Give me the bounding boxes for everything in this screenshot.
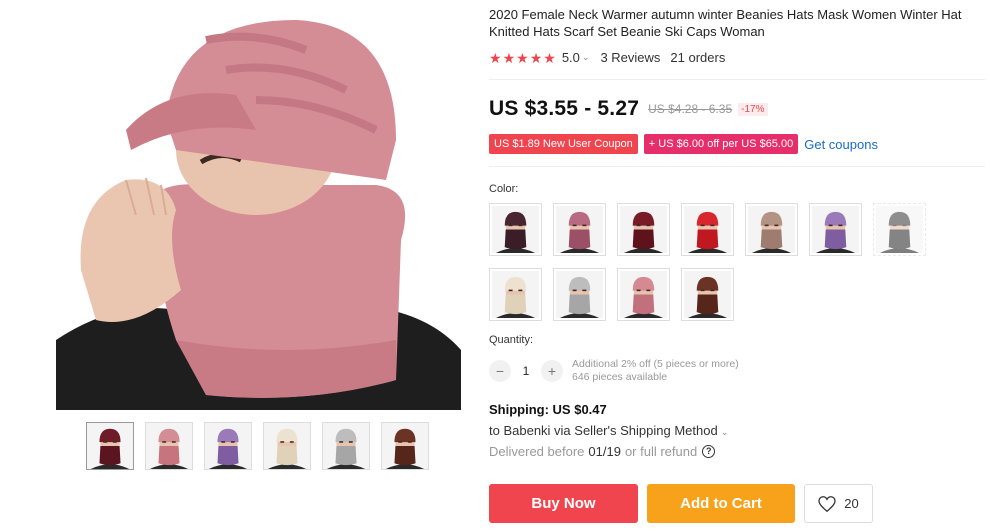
color-label: Color: — [489, 183, 519, 195]
color-swatch-unavailable[interactable] — [873, 203, 926, 256]
help-icon[interactable]: ? — [702, 445, 716, 458]
quantity-label: Quantity: — [489, 334, 534, 346]
delivery-date: 01/19 — [588, 444, 621, 459]
star-icon: ★ — [543, 49, 556, 66]
delivery-estimate: Delivered before 01/19 or full refund ? — [489, 444, 716, 459]
rating-row: ★ ★ ★ ★ ★ 5.0 ⌄ 3 Reviews 21 orders — [489, 50, 725, 65]
increase-button[interactable]: + — [541, 360, 563, 382]
quantity-note: Additional 2% off (5 pieces or more) 646… — [572, 358, 739, 384]
bulk-discount-note: Additional 2% off (5 pieces or more) — [572, 358, 739, 370]
color-swatch[interactable] — [681, 268, 734, 321]
decrease-button[interactable]: − — [489, 360, 511, 382]
reviews-link[interactable]: 3 Reviews — [600, 50, 660, 65]
color-swatch[interactable] — [617, 203, 670, 256]
thumbnail[interactable] — [204, 422, 252, 470]
star-icon: ★ — [502, 49, 516, 66]
divider — [489, 79, 985, 80]
discount-badge: -17% — [738, 102, 768, 116]
orders-count: 21 orders — [670, 50, 726, 65]
wishlist-button[interactable]: 20 — [804, 484, 873, 523]
heart-icon — [818, 495, 836, 512]
color-swatch[interactable] — [681, 203, 734, 256]
color-swatch[interactable] — [553, 203, 606, 256]
coupon-row: US $1.89 New User Coupon + US $6.00 off … — [489, 134, 878, 154]
thumbnail[interactable] — [263, 422, 311, 470]
thumbnail[interactable] — [381, 422, 429, 470]
wishlist-count: 20 — [844, 496, 859, 511]
color-swatch[interactable] — [489, 203, 542, 256]
rating-value[interactable]: 5.0 — [562, 50, 580, 65]
shipping-method-label: to Babenki via Seller's Shipping Method — [489, 423, 718, 438]
current-price: US $3.55 - 5.27 — [489, 97, 640, 120]
stock-available: 646 pieces available — [572, 371, 668, 383]
star-icon: ★ — [489, 49, 502, 66]
divider — [489, 166, 985, 167]
delivered-suffix: or full refund — [624, 444, 698, 459]
new-user-coupon[interactable]: US $1.89 New User Coupon — [489, 134, 638, 154]
shipping-price: Shipping: US $0.47 — [489, 402, 607, 417]
thumbnail-strip — [86, 422, 429, 470]
shipping-method[interactable]: to Babenki via Seller's Shipping Method ⌄ — [489, 423, 739, 438]
thumbnail[interactable] — [322, 422, 370, 470]
price-row: US $3.55 - 5.27 US $4.28 - 6.35 -17% — [489, 97, 768, 121]
chevron-down-icon[interactable]: ⌄ — [582, 52, 590, 63]
color-swatches — [489, 203, 929, 321]
buy-now-button[interactable]: Buy Now — [489, 484, 638, 523]
color-swatch[interactable] — [617, 268, 670, 321]
get-coupons-link[interactable]: Get coupons — [804, 137, 878, 152]
thumbnail[interactable] — [145, 422, 193, 470]
color-swatch[interactable] — [745, 203, 798, 256]
product-title: 2020 Female Neck Warmer autumn winter Be… — [489, 7, 962, 39]
color-swatch[interactable] — [489, 268, 542, 321]
add-to-cart-button[interactable]: Add to Cart — [647, 484, 795, 523]
color-swatch[interactable] — [809, 203, 862, 256]
chevron-down-icon: ⌄ — [720, 427, 729, 437]
main-product-image[interactable] — [56, 0, 461, 410]
original-price: US $4.28 - 6.35 — [648, 102, 733, 116]
color-swatch[interactable] — [553, 268, 606, 321]
quantity-stepper: − 1 + Additional 2% off (5 pieces or mor… — [489, 358, 739, 384]
quantity-input[interactable]: 1 — [511, 364, 541, 378]
star-icon: ★ — [529, 49, 543, 66]
thumbnail[interactable] — [86, 422, 134, 470]
star-icon: ★ — [516, 49, 529, 66]
store-coupon[interactable]: + US $6.00 off per US $65.00 — [643, 134, 799, 154]
star-rating[interactable]: ★ ★ ★ ★ ★ — [489, 51, 556, 65]
delivered-prefix: Delivered before — [489, 444, 585, 459]
